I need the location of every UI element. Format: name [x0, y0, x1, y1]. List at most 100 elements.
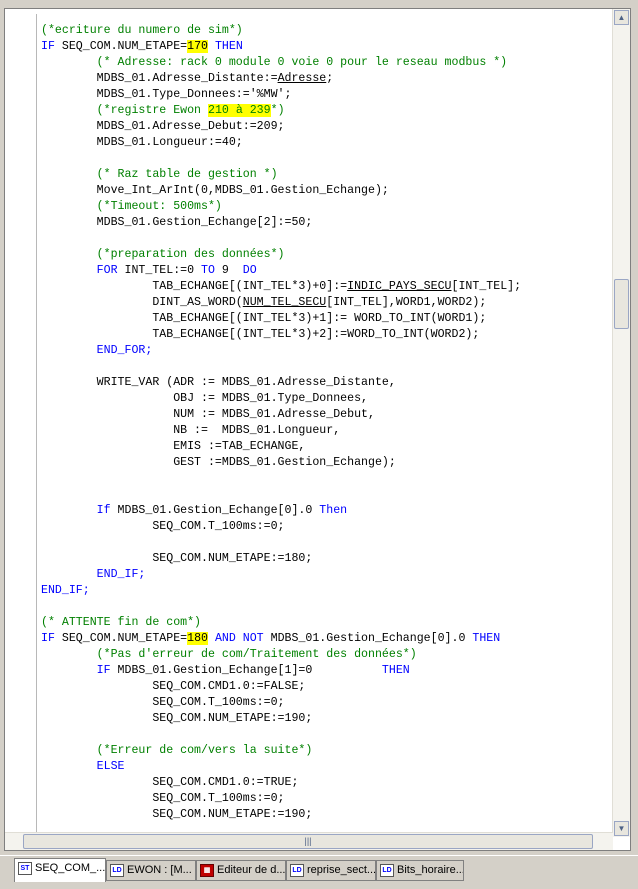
- code-token: NUM := MDBS_01.Adresse_Debut,: [41, 408, 375, 421]
- code-line[interactable]: MDBS_01.Adresse_Debut:=209;: [41, 119, 285, 135]
- code-line[interactable]: (* Raz table de gestion *): [41, 167, 278, 183]
- code-line[interactable]: SEQ_COM.T_100ms:=0;: [41, 791, 284, 807]
- code-line[interactable]: If MDBS_01.Gestion_Echange[0].0 Then: [41, 503, 347, 519]
- tab-label: EWON : [M...: [127, 864, 192, 876]
- ld-icon: LD: [380, 864, 394, 877]
- code-token: Then: [319, 504, 348, 517]
- code-token: NUM_TEL_SECU: [242, 296, 327, 309]
- code-line[interactable]: SEQ_COM.CMD1.0:=FALSE;: [41, 679, 305, 695]
- code-line[interactable]: TAB_ECHANGE[(INT_TEL*3)+2]:=WORD_TO_INT(…: [41, 327, 479, 343]
- code-token: (*ecriture du numero de sim*): [41, 24, 243, 37]
- code-token: (* Raz table de gestion *): [41, 168, 278, 181]
- vertical-scroll-thumb[interactable]: [614, 279, 629, 329]
- code-line[interactable]: NUM := MDBS_01.Adresse_Debut,: [41, 407, 375, 423]
- code-line[interactable]: SEQ_COM.NUM_ETAPE:=180;: [41, 551, 312, 567]
- code-line[interactable]: END_IF;: [41, 583, 90, 599]
- code-line[interactable]: GEST :=MDBS_01.Gestion_Echange);: [41, 455, 396, 471]
- code-token: AND NOT: [207, 632, 271, 645]
- code-line[interactable]: SEQ_COM.CMD1.0:=TRUE;: [41, 775, 298, 791]
- code-token: FOR: [41, 264, 125, 277]
- code-token: SEQ_COM.NUM_ETAPE=: [61, 632, 188, 645]
- scroll-down-button[interactable]: ▼: [614, 821, 629, 836]
- code-line[interactable]: (* Adresse: rack 0 module 0 voie 0 pour …: [41, 55, 508, 71]
- code-token: NB := MDBS_01.Longueur,: [41, 424, 341, 437]
- code-token: (*Pas d'erreur de com/Traitement des don…: [41, 648, 417, 661]
- tab-reprise-sect[interactable]: LD reprise_sect...: [286, 860, 376, 881]
- code-line[interactable]: NB := MDBS_01.Longueur,: [41, 423, 340, 439]
- code-token: END_IF;: [41, 568, 146, 581]
- vertical-scrollbar[interactable]: ▲ ▼: [612, 9, 630, 837]
- st-icon: ST: [18, 862, 32, 875]
- code-token: SEQ_COM.NUM_ETAPE:=190;: [41, 808, 313, 821]
- code-line[interactable]: IF MDBS_01.Gestion_Echange[1]=0 THEN: [41, 663, 410, 679]
- code-line[interactable]: MDBS_01.Gestion_Echange[2]:=50;: [41, 215, 313, 231]
- code-token: MDBS_01.Gestion_Echange[1]=0: [117, 664, 382, 677]
- code-line[interactable]: (*ecriture du numero de sim*): [41, 23, 243, 39]
- code-token: If: [41, 504, 118, 517]
- code-token: GEST :=MDBS_01.Gestion_Echange);: [41, 456, 396, 469]
- tab-label: SEQ_COM_...: [35, 862, 106, 874]
- code-line[interactable]: (*preparation des données*): [41, 247, 285, 263]
- code-line[interactable]: END_IF;: [41, 567, 146, 583]
- code-token: (*Erreur de com/vers la suite*): [41, 744, 313, 757]
- code-line[interactable]: (*Timeout: 500ms*): [41, 199, 222, 215]
- code-line[interactable]: (*Erreur de com/vers la suite*): [41, 743, 313, 759]
- code-token: IF: [41, 40, 62, 53]
- code-token: TAB_ECHANGE[(INT_TEL*3)+2]:=WORD_TO_INT(…: [41, 328, 480, 341]
- tab-ewon[interactable]: LD EWON : [M...: [106, 860, 196, 881]
- code-line[interactable]: MDBS_01.Adresse_Distante:=Adresse;: [41, 71, 334, 87]
- code-token: EMIS :=TAB_ECHANGE,: [41, 440, 306, 453]
- code-line[interactable]: ELSE: [41, 759, 125, 775]
- code-token: [INT_TEL];: [451, 280, 522, 293]
- code-token: MDBS_01.Gestion_Echange[2]:=50;: [41, 216, 313, 229]
- code-token: 210 à 239: [207, 104, 271, 117]
- code-line[interactable]: SEQ_COM.NUM_ETAPE:=190;: [41, 807, 312, 823]
- code-token: THEN: [472, 632, 501, 645]
- code-line[interactable]: IF SEQ_COM.NUM_ETAPE=180 AND NOT MDBS_01…: [41, 631, 500, 647]
- code-token: MDBS_01.Adresse_Debut:=209;: [41, 120, 285, 133]
- code-token: INDIC_PAYS_SECU: [347, 280, 452, 293]
- code-line[interactable]: SEQ_COM.T_100ms:=0;: [41, 695, 284, 711]
- code-line[interactable]: Move_Int_ArInt(0,MDBS_01.Gestion_Echange…: [41, 183, 389, 199]
- tab-label: Bits_horaire...: [397, 864, 464, 876]
- code-line[interactable]: (* ATTENTE fin de com*): [41, 615, 201, 631]
- code-token: MDBS_01.Type_Donnees:='%MW';: [41, 88, 292, 101]
- code-token: THEN: [381, 664, 410, 677]
- code-editor[interactable]: (*ecriture du numero de sim*) IF SEQ_COM.…: [4, 8, 631, 851]
- code-line[interactable]: MDBS_01.Longueur:=40;: [41, 135, 243, 151]
- code-line[interactable]: EMIS :=TAB_ECHANGE,: [41, 439, 305, 455]
- code-line[interactable]: WRITE_VAR (ADR := MDBS_01.Adresse_Distan…: [41, 375, 396, 391]
- code-line[interactable]: SEQ_COM.NUM_ETAPE:=190;: [41, 711, 312, 727]
- code-token: 170: [187, 40, 208, 53]
- code-line[interactable]: TAB_ECHANGE[(INT_TEL*3)+1]:= WORD_TO_INT…: [41, 311, 486, 327]
- code-token: MDBS_01.Adresse_Distante:=: [41, 72, 278, 85]
- code-line[interactable]: TAB_ECHANGE[(INT_TEL*3)+0]:=INDIC_PAYS_S…: [41, 279, 521, 295]
- code-line[interactable]: DINT_AS_WORD(NUM_TEL_SECU[INT_TEL],WORD1…: [41, 295, 486, 311]
- code-token: 9: [214, 264, 243, 277]
- code-token: SEQ_COM.NUM_ETAPE=: [61, 40, 188, 53]
- tab-seq-com[interactable]: ST SEQ_COM_...: [14, 858, 106, 882]
- code-line[interactable]: MDBS_01.Type_Donnees:='%MW';: [41, 87, 292, 103]
- tab-bits-horaire[interactable]: LD Bits_horaire...: [376, 860, 464, 881]
- code-token: (* ATTENTE fin de com*): [41, 616, 202, 629]
- code-line[interactable]: SEQ_COM.T_100ms:=0;: [41, 519, 284, 535]
- code-line[interactable]: (*Pas d'erreur de com/Traitement des don…: [41, 647, 417, 663]
- code-token: DINT_AS_WORD(: [41, 296, 243, 309]
- code-token: (*preparation des données*): [41, 248, 285, 261]
- data-editor-icon: ▦: [200, 864, 214, 877]
- code-line[interactable]: OBJ := MDBS_01.Type_Donnees,: [41, 391, 368, 407]
- horizontal-scrollbar[interactable]: |||: [5, 832, 613, 850]
- code-token: SEQ_COM.CMD1.0:=FALSE;: [41, 680, 306, 693]
- code-line[interactable]: FOR INT_TEL:=0 TO 9 DO: [41, 263, 257, 279]
- code-token: MDBS_01.Longueur:=40;: [41, 136, 243, 149]
- code-line[interactable]: (*registre Ewon 210 à 239*): [41, 103, 285, 119]
- code-token: MDBS_01.Gestion_Echange[0].0: [270, 632, 473, 645]
- code-area[interactable]: (*ecriture du numero de sim*) IF SEQ_COM.…: [7, 14, 609, 841]
- horizontal-scroll-thumb[interactable]: |||: [23, 834, 593, 849]
- code-token: [INT_TEL],WORD1,WORD2);: [326, 296, 487, 309]
- tab-editeur-donnees[interactable]: ▦ Editeur de d...: [196, 860, 286, 881]
- scroll-up-button[interactable]: ▲: [614, 10, 629, 25]
- code-line[interactable]: IF SEQ_COM.NUM_ETAPE=170 THEN: [41, 39, 243, 55]
- code-token: (* Adresse: rack 0 module 0 voie 0 pour …: [41, 56, 508, 69]
- code-line[interactable]: END_FOR;: [41, 343, 153, 359]
